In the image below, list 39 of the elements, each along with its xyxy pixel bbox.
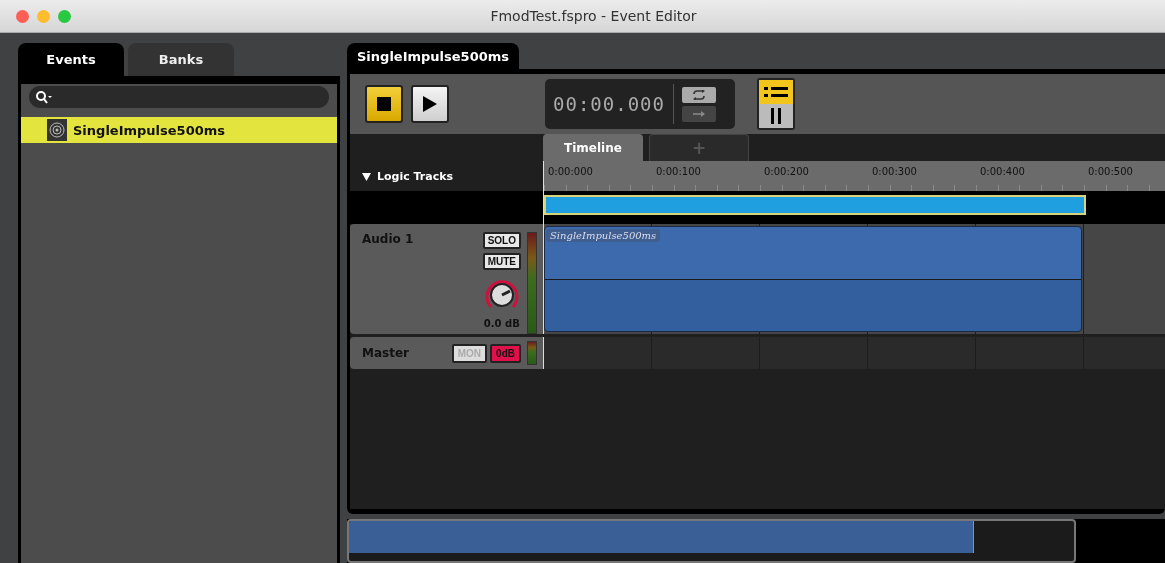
pause-icon (770, 108, 782, 124)
loop-icon (691, 89, 706, 100)
list-view-button[interactable] (759, 80, 793, 104)
ruler-label: 0:00:100 (656, 166, 701, 177)
clip-label: SingleImpulse500ms (546, 229, 661, 242)
list-icon (762, 85, 790, 99)
event-icon (47, 119, 67, 141)
audio-clip[interactable]: SingleImpulse500ms (544, 226, 1082, 332)
loop-button[interactable] (681, 86, 716, 103)
track-toggle-button[interactable]: MUTE (482, 253, 521, 270)
window-title: FmodTest.fspro - Event Editor (489, 8, 698, 24)
stop-button[interactable] (365, 85, 403, 123)
volume-readout: 0.0 dB (483, 318, 520, 329)
collapse-triangle-icon[interactable] (362, 173, 371, 181)
level-meter (527, 341, 537, 365)
search-icon (35, 90, 53, 104)
search-field[interactable] (29, 86, 329, 108)
ruler-label: 0:00:500 (1088, 166, 1133, 177)
track-toggle-button[interactable]: SOLO (482, 232, 521, 249)
ruler-label: 0:00:000 (548, 166, 593, 177)
play-button[interactable] (411, 85, 449, 123)
pause-button[interactable] (759, 104, 793, 128)
view-tab[interactable]: Timeline (543, 134, 643, 161)
track-name: Audio 1 (362, 232, 415, 248)
browser-tab[interactable]: Events (18, 43, 124, 76)
ruler-label: 0:00:200 (764, 166, 809, 177)
arrow-icon (691, 109, 706, 118)
ruler-label: 0:00:300 (872, 166, 917, 177)
event-tab[interactable]: SingleImpulse500ms (347, 43, 520, 69)
event-item[interactable]: SingleImpulse500ms (21, 117, 337, 143)
time-readout: 00:00.000 (553, 93, 665, 115)
ruler-label: 0:00:400 (980, 166, 1025, 177)
follow-button[interactable] (681, 105, 716, 122)
browser-tab[interactable]: Banks (128, 43, 234, 76)
track-name: Master (362, 346, 410, 360)
play-icon (423, 96, 437, 112)
stop-icon (377, 97, 391, 111)
logic-tracks-header[interactable]: Logic Tracks (377, 170, 454, 183)
master-button[interactable]: 0dB (490, 343, 521, 363)
